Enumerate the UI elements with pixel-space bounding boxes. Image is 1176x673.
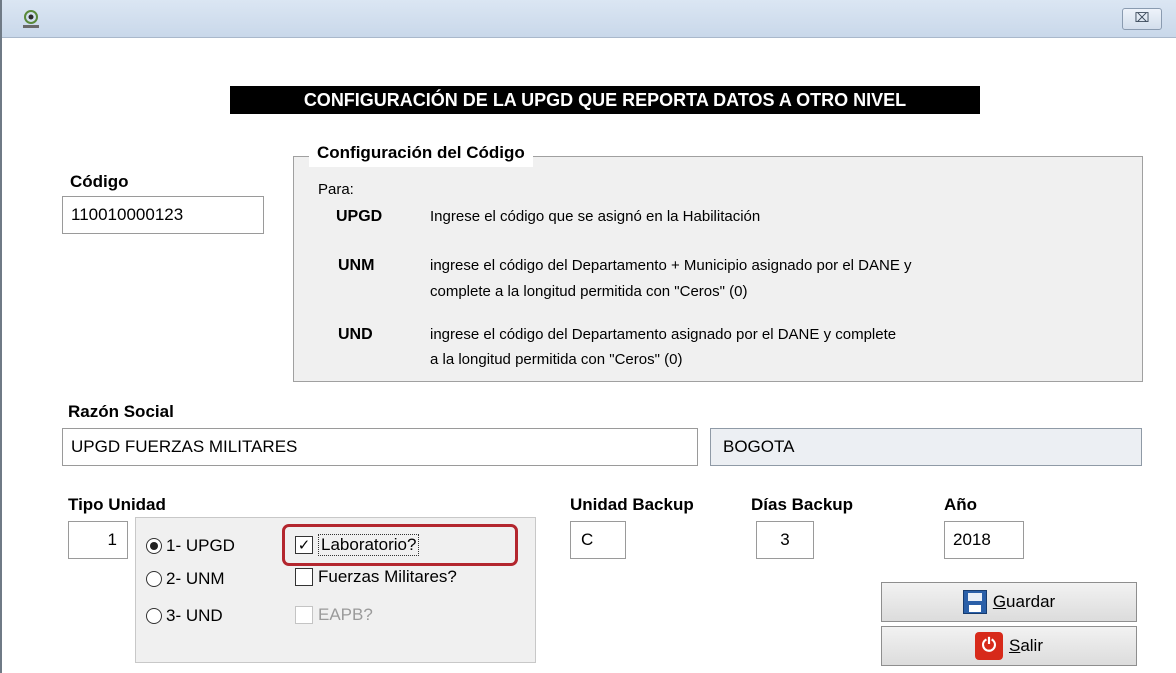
exit-icon: ⏻	[974, 632, 1003, 660]
radio-upgd[interactable]: 1- UPGD	[146, 536, 235, 556]
close-button[interactable]: ⌧	[1122, 8, 1162, 30]
save-icon	[962, 590, 987, 614]
anio-label: Año	[944, 495, 978, 514]
save-button-label: Guardar	[992, 592, 1056, 611]
razon-social-input[interactable]: UPGD FUERZAS MILITARES	[62, 428, 698, 466]
city-field: BOGOTA	[710, 428, 1142, 466]
config-desc-upgd: Ingrese el código que se asignó en la Ha…	[430, 208, 761, 225]
config-code-upgd: UPGD	[336, 208, 383, 225]
radio-unm-dot[interactable]	[146, 571, 162, 587]
anio-input[interactable]: 2018	[944, 521, 1024, 559]
radio-upgd-dot[interactable]	[146, 538, 162, 554]
checkbox-fuerzas-militares-label: Fuerzas Militares?	[318, 567, 457, 586]
config-intro: Para:	[318, 181, 354, 198]
radio-und-dot[interactable]	[146, 608, 162, 624]
config-desc-und-1: ingrese el código del Departamento asign…	[430, 326, 897, 343]
dias-backup-label: Días Backup	[751, 495, 854, 514]
radio-und[interactable]: 3- UND	[146, 606, 223, 626]
page-title: CONFIGURACIÓN DE LA UPGD QUE REPORTA DAT…	[230, 86, 980, 114]
config-code-und: UND	[338, 326, 373, 343]
razon-social-label: Razón Social	[68, 402, 174, 421]
checkbox-eapb-label: EAPB?	[318, 605, 373, 624]
codigo-input[interactable]: 110010000123	[62, 196, 264, 234]
exit-button[interactable]: ⏻ Salir	[881, 626, 1137, 666]
exit-button-label: Salir	[1008, 636, 1043, 655]
unidad-backup-label: Unidad Backup	[570, 495, 694, 514]
config-desc-unm-1: ingrese el código del Departamento + Mun…	[430, 257, 912, 274]
tipo-unidad-input[interactable]: 1	[68, 521, 128, 559]
dias-backup-input[interactable]: 3	[756, 521, 814, 559]
save-button[interactable]: Guardar	[881, 582, 1137, 622]
checkbox-fuerzas-militares-box[interactable]	[295, 568, 313, 586]
config-desc-und-2: a la longitud permitida con "Ceros" (0)	[430, 351, 683, 368]
title-bar[interactable]: ⌧	[2, 0, 1176, 38]
unidad-backup-input[interactable]: C	[570, 521, 626, 559]
laboratorio-highlight	[282, 524, 518, 566]
checkbox-eapb: EAPB?	[295, 605, 373, 625]
codigo-label: Código	[70, 172, 129, 191]
radio-und-label: 3- UND	[166, 606, 223, 625]
tipo-unidad-label: Tipo Unidad	[68, 495, 166, 514]
config-codigo-title: Configuración del Código	[309, 139, 533, 167]
dialog-window: ⌧ CONFIGURACIÓN DE LA UPGD QUE REPORTA D…	[0, 0, 1176, 673]
checkbox-fuerzas-militares[interactable]: Fuerzas Militares?	[295, 567, 457, 587]
radio-unm-label: 2- UNM	[166, 569, 225, 588]
sivigila-icon	[23, 10, 39, 28]
checkbox-eapb-box	[295, 606, 313, 624]
radio-unm[interactable]: 2- UNM	[146, 569, 225, 589]
config-code-unm: UNM	[338, 257, 375, 274]
config-desc-unm-2: complete a la longitud permitida con "Ce…	[430, 283, 748, 300]
radio-upgd-label: 1- UPGD	[166, 536, 235, 555]
